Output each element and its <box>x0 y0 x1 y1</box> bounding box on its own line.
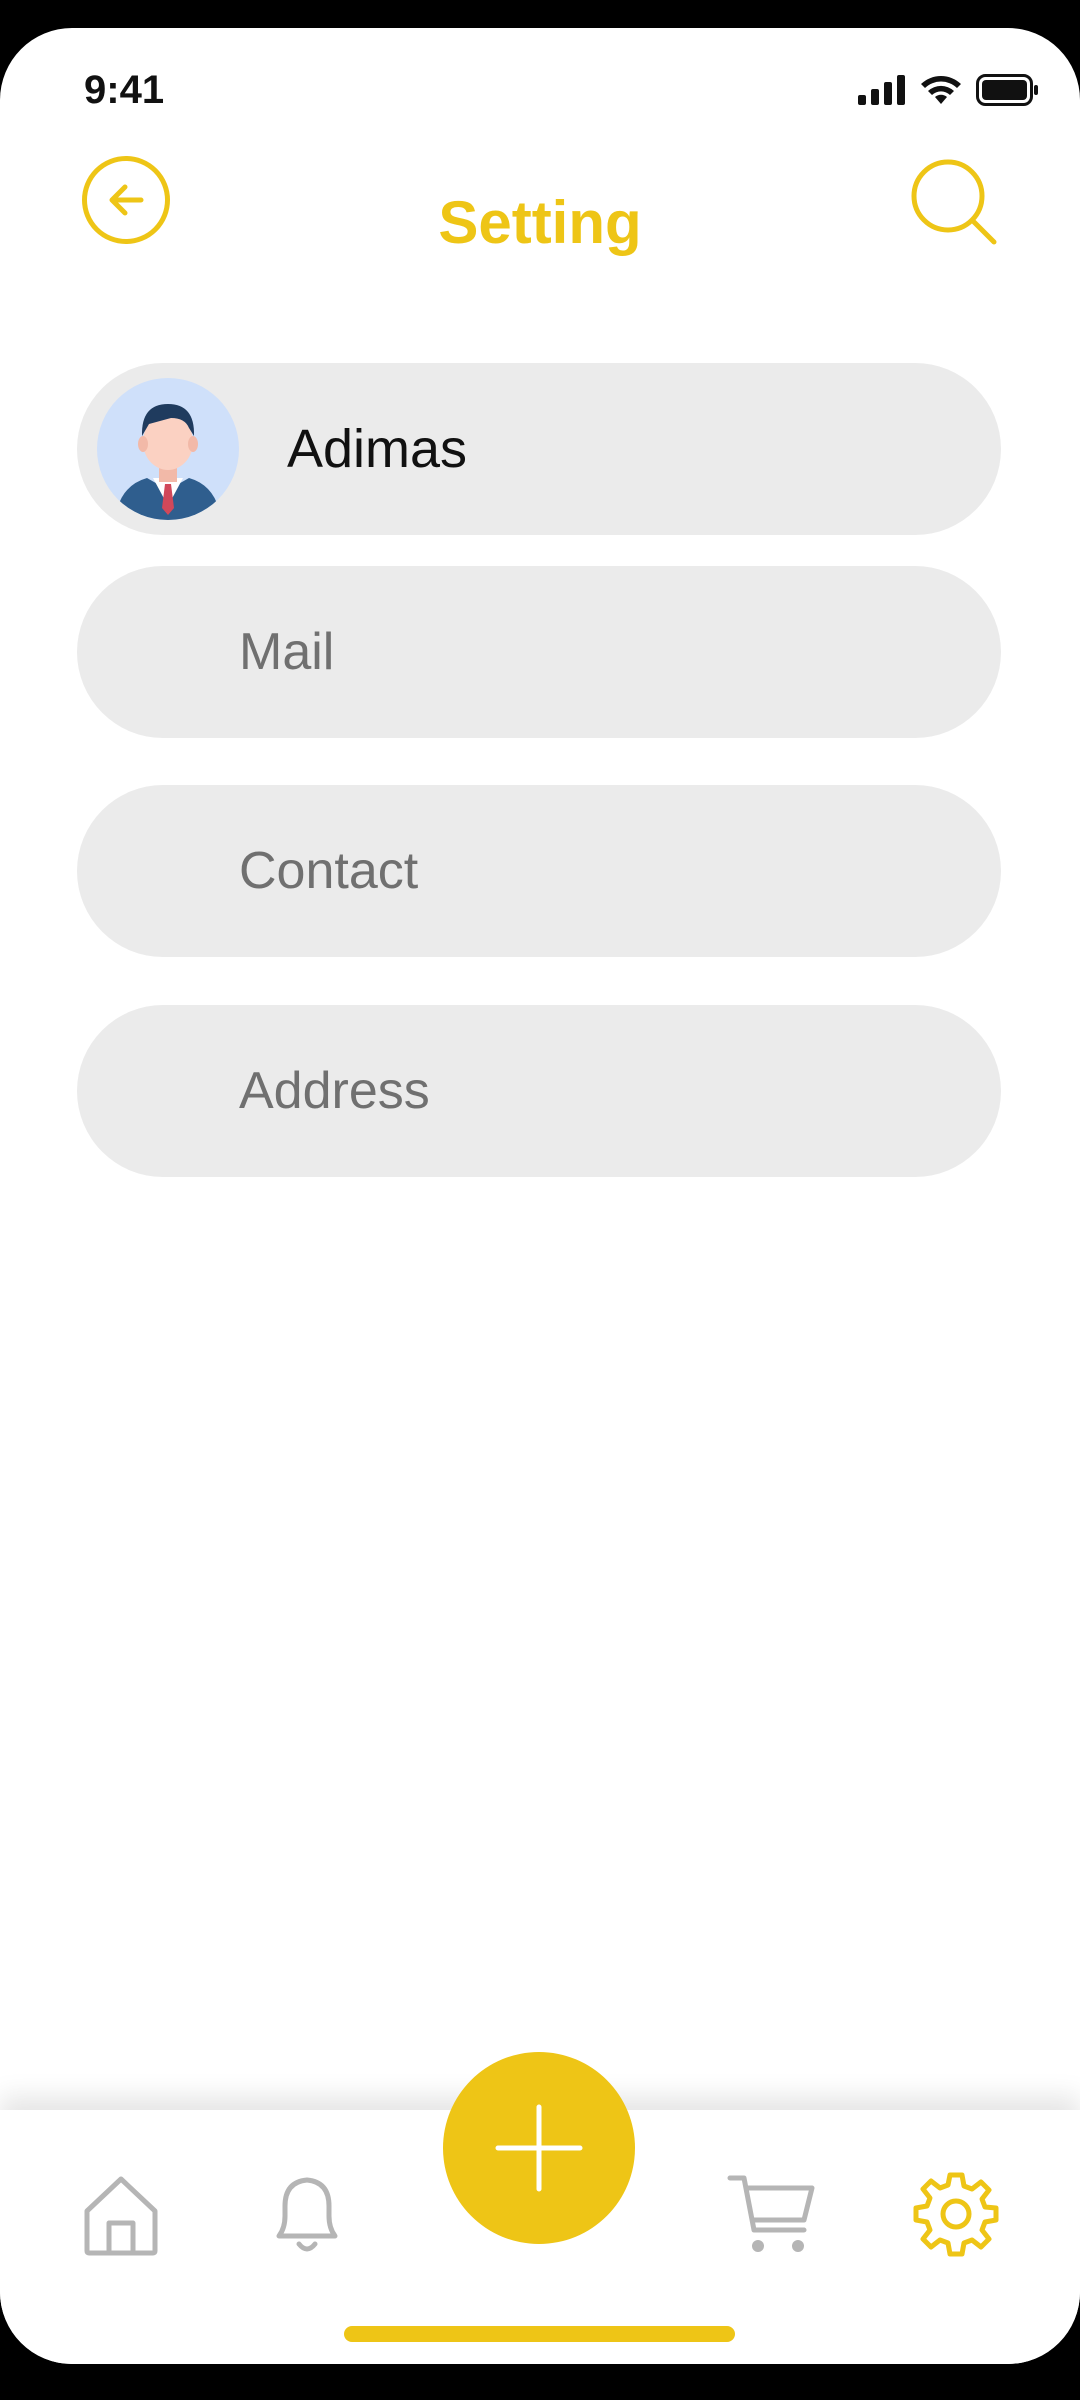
add-button[interactable] <box>443 2052 635 2244</box>
gear-icon <box>913 2172 999 2257</box>
signal-icon <box>858 75 905 105</box>
home-indicator <box>344 2326 735 2342</box>
setting-item-contact[interactable]: Contact <box>77 785 1001 957</box>
phone-screen: 9:41 Setting Adimas Mail Contact Address <box>0 28 1080 2364</box>
status-icons <box>858 74 1040 106</box>
tab-notifications[interactable] <box>262 2170 352 2260</box>
businessman-avatar-icon <box>115 404 221 520</box>
home-icon <box>84 2176 158 2256</box>
profile-row[interactable]: Adimas <box>77 363 1001 535</box>
search-button[interactable] <box>908 156 1004 252</box>
profile-name: Adimas <box>287 419 468 479</box>
bell-icon <box>276 2177 338 2252</box>
wifi-icon <box>921 76 961 104</box>
avatar <box>97 378 239 520</box>
battery-icon <box>976 74 1038 106</box>
status-time: 9:41 <box>84 68 165 112</box>
setting-item-label: Mail <box>239 623 335 681</box>
search-icon <box>911 159 997 245</box>
setting-item-mail[interactable]: Mail <box>77 566 1001 738</box>
plus-icon <box>495 2104 583 2192</box>
tab-home[interactable] <box>76 2170 166 2260</box>
setting-item-label: Address <box>239 1062 430 1120</box>
tab-cart[interactable] <box>726 2170 816 2260</box>
setting-item-label: Contact <box>239 842 419 900</box>
tab-settings[interactable] <box>910 2168 1002 2260</box>
cart-icon <box>727 2175 815 2252</box>
setting-item-address[interactable]: Address <box>77 1005 1001 1177</box>
